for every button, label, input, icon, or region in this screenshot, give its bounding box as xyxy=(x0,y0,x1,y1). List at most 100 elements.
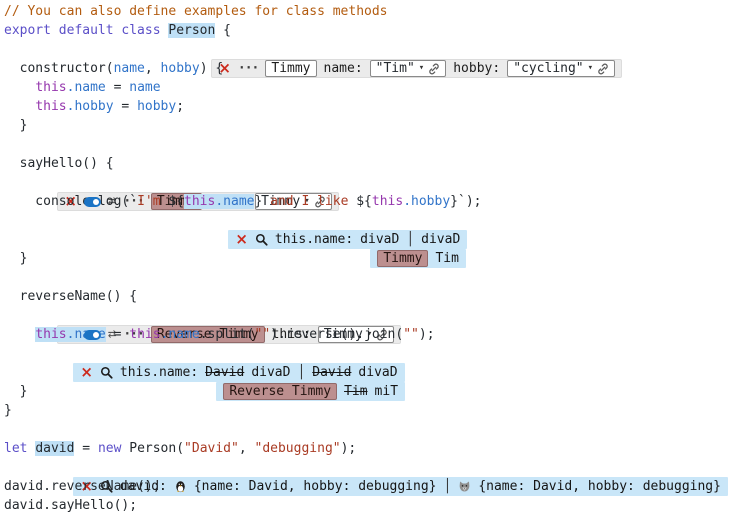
code-token: ); xyxy=(419,327,435,342)
code-token: this xyxy=(129,327,160,342)
code-token: hobby xyxy=(137,99,176,114)
class-example-widget: × ··· Timmy name: "Tim" ▾ hobby: "cyclin… xyxy=(211,59,622,78)
code-line: } xyxy=(4,401,749,420)
code-token: ) { xyxy=(200,61,223,76)
code-token: ${ xyxy=(168,194,184,209)
code-token: "" xyxy=(255,327,271,342)
toggle-icon[interactable] xyxy=(84,197,101,207)
code-token: } xyxy=(4,118,27,133)
name-value-dropdown[interactable]: "Tim" ▾ xyxy=(370,60,447,77)
code-token: david.sayHello(); xyxy=(4,498,137,513)
chevron-down-icon: ▾ xyxy=(419,59,424,78)
separator: │ xyxy=(297,363,305,382)
code-token: ${ xyxy=(356,194,372,209)
probe-value: {name: David, hobby: debugging} xyxy=(478,477,721,496)
code-token: export default class xyxy=(4,23,168,38)
code-line-blank xyxy=(4,135,749,154)
code-line: david.sayHello(); xyxy=(4,496,749,515)
code-token: .name xyxy=(161,327,200,342)
value-probe: × david: {name: David, hobby: debugging}… xyxy=(73,477,728,496)
code-token: this xyxy=(35,80,66,95)
code-line: × david: {name: David, hobby: debugging}… xyxy=(4,458,749,477)
code-line: sayHello() { xyxy=(4,154,749,173)
code-token: "" xyxy=(403,327,419,342)
code-token: = xyxy=(106,80,129,95)
toggle-knob xyxy=(93,199,99,205)
probe-value: divaD xyxy=(251,363,290,382)
link-icon[interactable] xyxy=(597,63,609,75)
value-probe: Reverse Timmy Tim miT xyxy=(216,382,405,401)
code-token: , xyxy=(239,441,255,456)
value-probe: × this.name: divaD │ divaD xyxy=(228,230,467,249)
toggle-icon[interactable] xyxy=(84,330,101,340)
code-token: }`); xyxy=(450,194,481,209)
code-token xyxy=(4,80,35,95)
code-token: this xyxy=(372,194,403,209)
code-token: = xyxy=(74,441,97,456)
probe-old-value: Tim xyxy=(344,382,367,401)
magnifier-icon[interactable] xyxy=(255,233,268,246)
code-token: .name xyxy=(67,80,106,95)
code-token: .split( xyxy=(200,327,255,342)
more-options-icon[interactable]: ··· xyxy=(238,59,258,78)
code-token: } xyxy=(4,384,27,399)
code-line: console.log(`I'm ${this.name} and I like… xyxy=(4,192,749,211)
code-token: = xyxy=(106,327,129,342)
close-icon[interactable]: × xyxy=(235,232,248,247)
probe-value: divaD xyxy=(421,230,460,249)
code-token: ; xyxy=(176,99,184,114)
probe-value: divaD xyxy=(358,363,397,382)
separator: │ xyxy=(444,477,452,496)
probe-label: this.name: xyxy=(120,363,198,382)
code-token: { xyxy=(215,23,231,38)
dropdown-value: "Tim" xyxy=(376,59,415,78)
code-token: hobby xyxy=(161,61,200,76)
code-token: this xyxy=(184,194,215,209)
magnifier-icon[interactable] xyxy=(100,366,113,379)
value-probe: Timmy Tim xyxy=(370,249,466,268)
code-line-blank xyxy=(4,420,749,439)
wolf-icon xyxy=(458,480,471,493)
code-line: × this.name: David divaD │ David divaD xyxy=(4,344,749,363)
penguin-icon xyxy=(174,480,187,493)
code-token: "David" xyxy=(184,441,239,456)
value-probe: × this.name: David divaD │ David divaD xyxy=(73,363,404,382)
example-tag[interactable]: Reverse Timmy xyxy=(223,383,337,400)
probe-old-value: David xyxy=(205,363,244,382)
code-line: reverseName() { xyxy=(4,287,749,306)
name-param-label: name: xyxy=(324,59,363,78)
code-token xyxy=(4,99,35,114)
code-token: .name xyxy=(215,194,254,209)
code-token: and I like xyxy=(262,194,356,209)
code-token: .hobby xyxy=(67,99,114,114)
code-token: Person xyxy=(168,23,215,38)
code-token: this xyxy=(35,327,66,342)
code-token: "debugging" xyxy=(255,441,341,456)
code-token: name xyxy=(114,61,145,76)
code-token: david.reverseName(); xyxy=(4,479,161,494)
code-line: } xyxy=(4,116,749,135)
code-line: export default class Person { xyxy=(4,21,749,40)
chevron-down-icon: ▾ xyxy=(588,59,593,78)
code-line: × ⇄ ··· Timmy this: Timmy ▾ xyxy=(4,173,749,192)
code-token: ); xyxy=(341,441,357,456)
code-token: Person( xyxy=(121,441,184,456)
probe-value: {name: David, hobby: debugging} xyxy=(194,477,437,496)
code-token: this xyxy=(35,99,66,114)
code-editor: // You can also define examples for clas… xyxy=(0,0,749,515)
link-icon[interactable] xyxy=(428,63,440,75)
hobby-value-dropdown[interactable]: "cycling" ▾ xyxy=(507,60,615,77)
code-line: × this.name: divaD │ divaD xyxy=(4,211,749,230)
example-instance-input[interactable]: Timmy xyxy=(265,60,316,77)
code-line: × ··· Timmy name: "Tim" ▾ hobby: "cyclin… xyxy=(4,40,749,59)
code-token: } xyxy=(4,251,27,266)
code-token: ).reverse().join( xyxy=(270,327,403,342)
probe-value: divaD xyxy=(360,230,399,249)
code-token: let xyxy=(4,441,35,456)
close-icon[interactable]: × xyxy=(80,365,93,380)
dropdown-value: "cycling" xyxy=(513,59,583,78)
example-tag[interactable]: Timmy xyxy=(377,250,428,267)
code-line: this.hobby = hobby; xyxy=(4,97,749,116)
code-token: new xyxy=(98,441,121,456)
code-token: I'm xyxy=(137,194,168,209)
